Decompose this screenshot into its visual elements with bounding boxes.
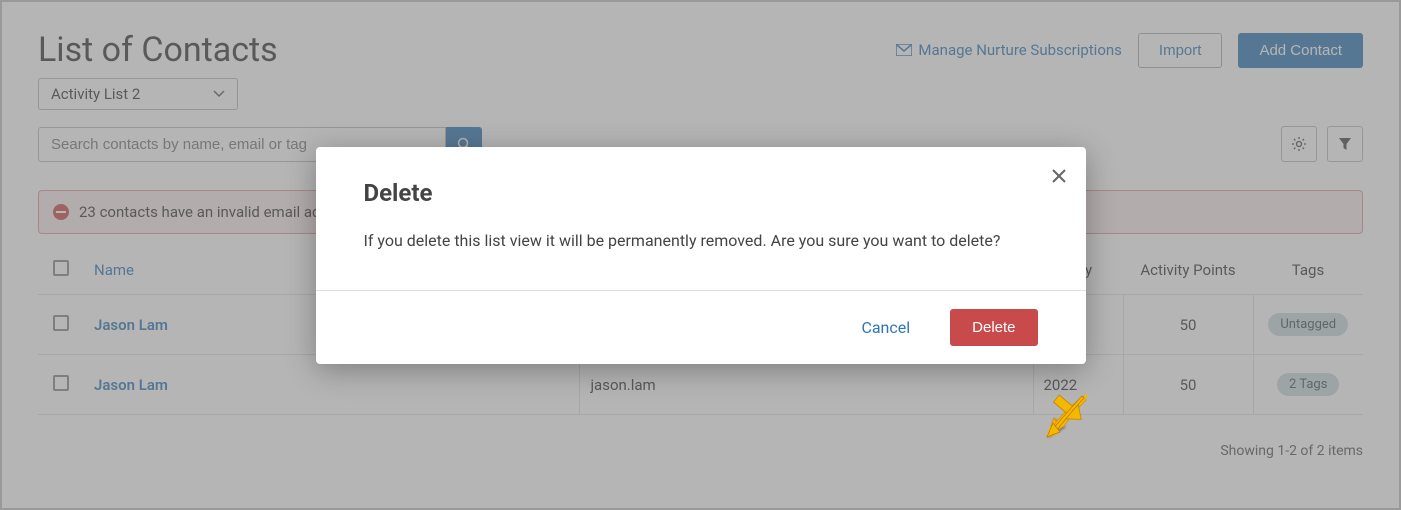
modal-text: If you delete this list view it will be … bbox=[364, 231, 1038, 250]
close-icon bbox=[1052, 169, 1066, 183]
modal-overlay: Delete If you delete this list view it w… bbox=[2, 2, 1399, 508]
cancel-button[interactable]: Cancel bbox=[861, 318, 910, 337]
modal-title: Delete bbox=[364, 179, 1038, 207]
modal-close-button[interactable] bbox=[1052, 163, 1066, 189]
delete-button[interactable]: Delete bbox=[950, 309, 1037, 346]
delete-modal: Delete If you delete this list view it w… bbox=[316, 147, 1086, 364]
